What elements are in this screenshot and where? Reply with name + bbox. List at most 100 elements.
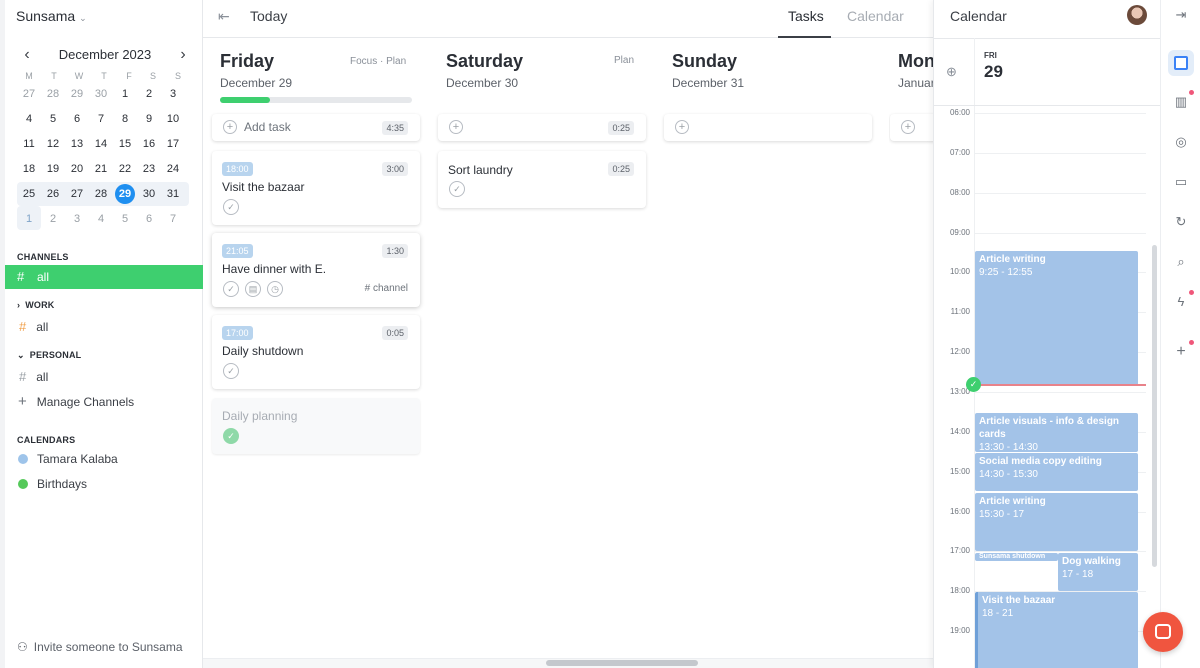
add-task-button[interactable]: + 0:25 <box>438 114 646 141</box>
calendar-day[interactable]: 22 <box>113 158 137 180</box>
channel-personal-all[interactable]: # all <box>19 369 48 384</box>
calendar-day[interactable]: 3 <box>161 83 185 105</box>
calendar-event[interactable]: Article writing 9:25 - 12:55 <box>975 251 1138 386</box>
calendar-day[interactable]: 27 <box>17 83 41 105</box>
personal-group-toggle[interactable]: ⌄ PERSONAL <box>17 350 81 361</box>
calendar-day[interactable]: 1 <box>113 83 137 105</box>
notes-icon[interactable]: ▥ <box>1171 92 1191 112</box>
calendar-day[interactable]: 7 <box>161 208 185 230</box>
calendar-day[interactable]: 7 <box>89 108 113 130</box>
task-card[interactable]: 18:00 3:00 Visit the bazaar ✓ <box>212 151 420 225</box>
add-task-button[interactable]: + <box>664 114 872 141</box>
calendar-event[interactable]: Sunsama shutdown <box>975 553 1058 561</box>
calendar-day[interactable]: 15 <box>113 133 137 155</box>
calendar-event[interactable]: Article visuals - info & design cards 13:… <box>975 413 1138 452</box>
calendar-day[interactable]: 4 <box>17 108 41 130</box>
complete-check-icon[interactable]: ✓ <box>223 199 239 215</box>
calendar-day[interactable]: 1 <box>17 208 41 230</box>
focus-link[interactable]: Focus <box>350 56 377 67</box>
tab-tasks[interactable]: Tasks <box>788 8 824 24</box>
calendar-day[interactable]: 26 <box>41 183 65 205</box>
calendar-day[interactable]: 10 <box>161 108 185 130</box>
calendar-day[interactable]: 5 <box>113 208 137 230</box>
calendar-day[interactable]: 30 <box>89 83 113 105</box>
calendar-event[interactable]: Visit the bazaar 18 - 21 <box>975 592 1138 668</box>
calendar-day[interactable]: 28 <box>41 83 65 105</box>
completed-check-icon[interactable]: ✓ <box>223 428 239 444</box>
calendar-day-today[interactable]: 29 <box>113 183 137 205</box>
calendar-day[interactable]: 28 <box>89 183 113 205</box>
calendar-day[interactable]: 8 <box>113 108 137 130</box>
workspace-switcher[interactable]: Sunsama ⌄ <box>16 8 87 24</box>
calendar-day[interactable]: 20 <box>65 158 89 180</box>
search-icon[interactable]: ⌕ <box>1171 252 1191 272</box>
calendar-day[interactable]: 27 <box>65 183 89 205</box>
task-card-completed[interactable]: Daily planning ✓ <box>212 398 420 454</box>
collapse-panel-icon[interactable]: ⇥ <box>1171 5 1191 25</box>
vertical-scrollbar[interactable] <box>1152 245 1157 567</box>
next-month-icon[interactable]: › <box>176 46 190 64</box>
archive-icon[interactable]: ▭ <box>1171 172 1191 192</box>
day-date: Januar <box>898 76 933 90</box>
calendar-day[interactable]: 16 <box>137 133 161 155</box>
calendar-day[interactable]: 18 <box>17 158 41 180</box>
calendar-item-birthdays[interactable]: Birthdays <box>37 477 87 491</box>
calendar-day[interactable]: 13 <box>65 133 89 155</box>
lightning-icon[interactable]: ϟ <box>1171 292 1191 312</box>
task-channel[interactable]: # channel <box>365 283 408 294</box>
calendar-day[interactable]: 2 <box>41 208 65 230</box>
calendar-event[interactable]: Article writing 15:30 - 17 <box>975 493 1138 551</box>
calendar-day[interactable]: 6 <box>137 208 161 230</box>
calendar-event[interactable]: Dog walking 17 - 18 <box>1058 553 1138 591</box>
calendar-day[interactable]: 21 <box>89 158 113 180</box>
calendar-day[interactable]: 29 <box>65 83 89 105</box>
complete-check-icon[interactable]: ✓ <box>223 281 239 297</box>
work-group-toggle[interactable]: › WORK <box>17 300 55 310</box>
calendar-day[interactable]: 25 <box>17 183 41 205</box>
add-task-button[interactable]: + <box>890 114 933 141</box>
weekday-label: F <box>126 71 132 81</box>
task-card[interactable]: 21:05 1:30 Have dinner with E. ✓ ▤ ◷ # c… <box>212 233 420 307</box>
zoom-in-icon[interactable]: ⊕ <box>946 64 957 80</box>
calendar-day[interactable]: 24 <box>161 158 185 180</box>
calendar-day[interactable]: 31 <box>161 183 185 205</box>
channel-work-all[interactable]: # all <box>19 319 48 334</box>
collapse-sidebar-icon[interactable]: ⇤ <box>218 8 230 25</box>
refresh-icon[interactable]: ↻ <box>1171 212 1191 232</box>
calendar-day[interactable]: 17 <box>161 133 185 155</box>
manage-channels-link[interactable]: + Manage Channels <box>18 393 134 410</box>
calendar-day[interactable]: 4 <box>89 208 113 230</box>
calendar-day[interactable]: 3 <box>65 208 89 230</box>
calendar-day[interactable]: 11 <box>17 133 41 155</box>
plan-link[interactable]: Plan <box>614 55 634 66</box>
calendar-day[interactable]: 2 <box>137 83 161 105</box>
calendar-icon[interactable]: ▤ <box>245 281 261 297</box>
complete-check-icon[interactable]: ✓ <box>223 363 239 379</box>
complete-check-icon[interactable]: ✓ <box>449 181 465 197</box>
calendar-day[interactable]: 30 <box>137 183 161 205</box>
clock-icon[interactable]: ◷ <box>267 281 283 297</box>
calendar-day[interactable]: 6 <box>65 108 89 130</box>
calendar-day[interactable]: 19 <box>41 158 65 180</box>
calendar-day[interactable]: 9 <box>137 108 161 130</box>
chat-support-button[interactable] <box>1143 612 1183 652</box>
day-header: Saturday December 30 <box>446 51 523 90</box>
add-integration-icon[interactable]: + <box>1171 342 1191 362</box>
task-card[interactable]: 0:25 Sort laundry ✓ <box>438 151 646 208</box>
plan-link[interactable]: Plan <box>386 56 406 67</box>
horizontal-scrollbar[interactable] <box>546 660 698 666</box>
avatar[interactable] <box>1127 5 1147 25</box>
calendar-day[interactable]: 5 <box>41 108 65 130</box>
channel-all-active[interactable]: # all <box>5 265 203 289</box>
tab-calendar[interactable]: Calendar <box>847 8 904 24</box>
invite-link[interactable]: ⚇ Invite someone to Sunsama <box>17 640 183 654</box>
add-task-button[interactable]: + Add task 4:35 <box>212 114 420 141</box>
calendar-day[interactable]: 12 <box>41 133 65 155</box>
google-calendar-button[interactable] <box>1168 50 1194 76</box>
task-card[interactable]: 17:00 0:05 Daily shutdown ✓ <box>212 315 420 389</box>
calendar-item-tamara[interactable]: Tamara Kalaba <box>37 452 118 466</box>
calendar-event[interactable]: Social media copy editing 14:30 - 15:30 <box>975 453 1138 491</box>
calendar-day[interactable]: 23 <box>137 158 161 180</box>
calendar-day[interactable]: 14 <box>89 133 113 155</box>
target-icon[interactable]: ◎ <box>1171 132 1191 152</box>
